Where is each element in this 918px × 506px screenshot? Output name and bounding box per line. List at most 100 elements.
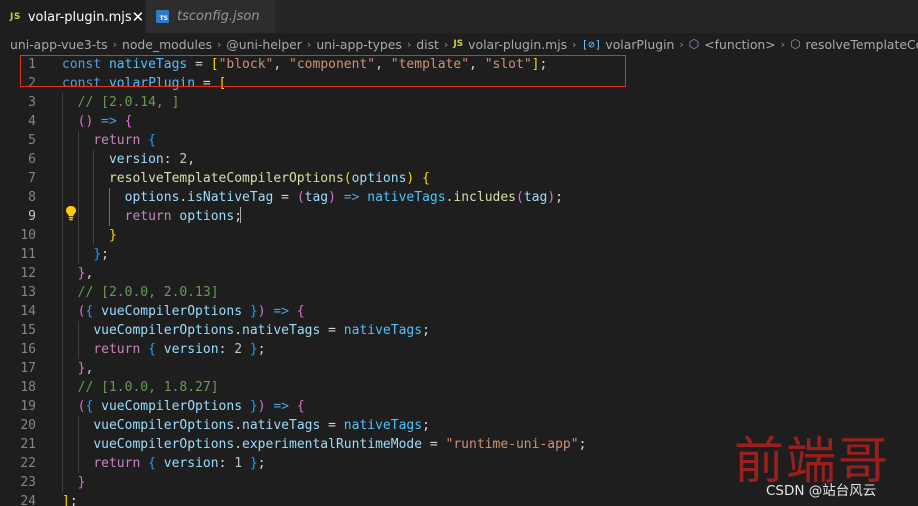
breadcrumb-folder[interactable]: node_modules (122, 37, 212, 52)
code-line[interactable]: 10 } (0, 226, 918, 245)
code-text: ({ vueCompilerOptions }) => { (62, 397, 305, 416)
code-token: 2 (234, 342, 243, 357)
javascript-file-icon: JS (453, 39, 464, 49)
code-token: [ (218, 76, 227, 91)
code-token: { (148, 342, 156, 357)
breadcrumb-file[interactable]: volar-plugin.mjs (468, 37, 567, 52)
code-token: { (124, 114, 133, 129)
code-line[interactable]: 18 // [1.0.0, 1.8.27] (0, 378, 918, 397)
code-line[interactable]: 2 const volarPlugin = [ (0, 74, 918, 93)
code-token: = (273, 190, 297, 205)
code-line[interactable]: 17 }, (0, 359, 918, 378)
code-line[interactable]: 16 return { version: 2 }; (0, 340, 918, 359)
line-number: 15 (20, 323, 36, 338)
code-token: ] (531, 57, 540, 72)
line-number: 16 (20, 342, 36, 357)
method-cube-icon: ⬡ (688, 37, 700, 51)
breadcrumb-folder[interactable]: @uni-helper (226, 37, 302, 52)
code-token: ; (578, 437, 587, 452)
code-text: ({ vueCompilerOptions }) => { (62, 302, 305, 321)
code-token: } (249, 399, 258, 414)
code-token: { (296, 399, 305, 414)
line-number: 12 (20, 266, 36, 281)
code-line[interactable]: 6 version: 2, (0, 150, 918, 169)
code-token: ( (516, 190, 524, 205)
code-line[interactable]: 1 const nativeTags = ["block", "component… (0, 55, 918, 74)
code-line[interactable]: 4 () => { (0, 112, 918, 131)
code-token: "component" (289, 57, 376, 72)
code-token: nativeTags (343, 418, 423, 433)
code-token: ) (257, 399, 266, 414)
code-line[interactable]: 8 options.isNativeTag = (tag) => nativeT… (0, 188, 918, 207)
code-token: . (234, 437, 243, 452)
code-line[interactable]: 5 return { (0, 131, 918, 150)
breadcrumb-method[interactable]: resolveTemplateCompilerOptions (806, 37, 918, 52)
line-number: 6 (28, 152, 36, 167)
code-token: "runtime-uni-app" (445, 437, 579, 452)
code-line[interactable]: 19 ({ vueCompilerOptions }) => { (0, 397, 918, 416)
code-token: return (93, 342, 141, 357)
breadcrumb-folder[interactable]: uni-app-types (316, 37, 402, 52)
code-token: ) (257, 304, 266, 319)
code-line[interactable]: 3 // [2.0.14, ] (0, 93, 918, 112)
code-token: ; (555, 190, 563, 205)
chevron-right-icon: › (216, 37, 222, 51)
code-token: nativeTags (343, 323, 423, 338)
code-token: const (62, 57, 109, 72)
code-token: } (108, 228, 117, 243)
code-token: ; (422, 323, 430, 338)
code-line[interactable]: 15 vueCompilerOptions.nativeTags = nativ… (0, 321, 918, 340)
code-token: = (422, 437, 446, 452)
code-token: options (124, 190, 180, 205)
typescript-config-icon: TS (156, 10, 169, 23)
tab-tsconfig[interactable]: TS tsconfig.json (146, 0, 276, 33)
code-text: return options; (62, 207, 242, 226)
code-token: nativeTags (367, 190, 446, 205)
breadcrumb-symbol[interactable]: volarPlugin (605, 37, 674, 52)
method-cube-icon: ⬡ (790, 37, 801, 51)
code-line[interactable]: 14 ({ vueCompilerOptions }) => { (0, 302, 918, 321)
breadcrumb-folder[interactable]: uni-app-vue3-ts (10, 37, 108, 52)
line-number: 21 (20, 437, 36, 452)
code-token: // [2.0.14, ] (77, 95, 180, 110)
code-text: version: 2, (62, 150, 195, 169)
watermark-csdn: CSDN @站台风云 (766, 483, 877, 499)
code-token: ( (343, 171, 352, 186)
lightbulb-icon[interactable] (64, 205, 78, 221)
tab-bar: JS volar-plugin.mjs ✕ TS tsconfig.json (0, 0, 918, 33)
tab-volar-plugin[interactable]: JS volar-plugin.mjs ✕ (0, 0, 146, 33)
code-token: return (93, 456, 141, 471)
chevron-right-icon: › (572, 37, 577, 51)
line-number: 2 (28, 76, 36, 91)
code-token: . (234, 323, 243, 338)
code-line[interactable]: 11 }; (0, 245, 918, 264)
line-number: 11 (20, 247, 36, 262)
code-token: resolveTemplateCompilerOptions (108, 171, 344, 186)
code-line[interactable]: 13 // [2.0.0, 2.0.13] (0, 283, 918, 302)
code-text: () => { (62, 112, 133, 131)
close-icon[interactable]: ✕ (132, 8, 145, 26)
text-cursor (240, 207, 241, 223)
code-line[interactable]: 7 resolveTemplateCompilerOptions(options… (0, 169, 918, 188)
breadcrumb-folder[interactable]: dist (416, 37, 439, 52)
code-token: vueCompilerOptions (101, 304, 243, 319)
code-token: vueCompilerOptions (93, 437, 235, 452)
code-text: return { version: 2 }; (62, 340, 265, 359)
code-token: 1 (234, 456, 243, 471)
code-token: => (101, 114, 117, 129)
code-token: tag (523, 190, 548, 205)
breadcrumb-function[interactable]: <function> (704, 37, 775, 52)
code-line[interactable]: 9 return options; (0, 207, 918, 226)
code-line[interactable]: 12 }, (0, 264, 918, 283)
code-token: = (195, 76, 219, 91)
